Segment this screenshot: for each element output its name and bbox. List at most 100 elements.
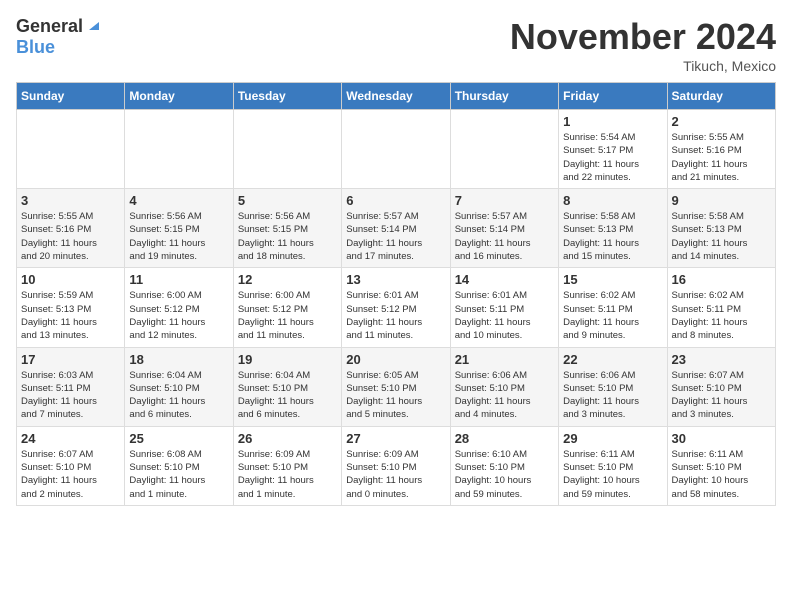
day-number: 14 — [455, 272, 554, 287]
day-info: Sunrise: 6:11 AMSunset: 5:10 PMDaylight:… — [672, 448, 771, 501]
calendar-cell: 2 Sunrise: 5:55 AMSunset: 5:16 PMDaylight… — [667, 110, 775, 189]
calendar-table: SundayMondayTuesdayWednesdayThursdayFrid… — [16, 82, 776, 506]
day-number: 6 — [346, 193, 445, 208]
calendar-cell: 4 Sunrise: 5:56 AMSunset: 5:15 PMDaylight… — [125, 189, 233, 268]
calendar-cell: 8 Sunrise: 5:58 AMSunset: 5:13 PMDaylight… — [559, 189, 667, 268]
day-number: 11 — [129, 272, 228, 287]
day-info: Sunrise: 5:55 AMSunset: 5:16 PMDaylight:… — [21, 210, 120, 263]
calendar-cell: 1Sunrise: 5:54 AMSunset: 5:17 PMDaylight… — [559, 110, 667, 189]
day-info: Sunrise: 6:02 AMSunset: 5:11 PMDaylight:… — [563, 289, 662, 342]
day-info: Sunrise: 6:06 AMSunset: 5:10 PMDaylight:… — [455, 369, 554, 422]
calendar-cell: 3 Sunrise: 5:55 AMSunset: 5:16 PMDaylight… — [17, 189, 125, 268]
day-number: 20 — [346, 352, 445, 367]
day-number: 3 — [21, 193, 120, 208]
title-area: November 2024 Tikuch, Mexico — [510, 16, 776, 74]
day-info: Sunrise: 5:58 AMSunset: 5:13 PMDaylight:… — [672, 210, 771, 263]
day-header-sunday: Sunday — [17, 83, 125, 110]
day-number: 30 — [672, 431, 771, 446]
day-info: Sunrise: 6:01 AMSunset: 5:12 PMDaylight:… — [346, 289, 445, 342]
day-info: Sunrise: 6:00 AMSunset: 5:12 PMDaylight:… — [238, 289, 337, 342]
calendar-cell: 23 Sunrise: 6:07 AMSunset: 5:10 PMDayligh… — [667, 347, 775, 426]
day-info: Sunrise: 6:06 AMSunset: 5:10 PMDaylight:… — [563, 369, 662, 422]
day-info: Sunrise: 5:56 AMSunset: 5:15 PMDaylight:… — [129, 210, 228, 263]
location-title: Tikuch, Mexico — [510, 58, 776, 74]
day-number: 18 — [129, 352, 228, 367]
calendar-cell: 25 Sunrise: 6:08 AMSunset: 5:10 PMDayligh… — [125, 426, 233, 505]
calendar-cell: 6Sunrise: 5:57 AMSunset: 5:14 PMDaylight… — [342, 189, 450, 268]
calendar-cell — [233, 110, 341, 189]
day-number: 19 — [238, 352, 337, 367]
calendar-cell: 14 Sunrise: 6:01 AMSunset: 5:11 PMDayligh… — [450, 268, 558, 347]
day-info: Sunrise: 5:57 AMSunset: 5:14 PMDaylight:… — [455, 210, 554, 263]
day-number: 7 — [455, 193, 554, 208]
calendar-cell: 22 Sunrise: 6:06 AMSunset: 5:10 PMDayligh… — [559, 347, 667, 426]
day-number: 8 — [563, 193, 662, 208]
calendar-week-row: 1Sunrise: 5:54 AMSunset: 5:17 PMDaylight… — [17, 110, 776, 189]
calendar-cell: 19 Sunrise: 6:04 AMSunset: 5:10 PMDayligh… — [233, 347, 341, 426]
day-header-saturday: Saturday — [667, 83, 775, 110]
day-header-tuesday: Tuesday — [233, 83, 341, 110]
day-number: 24 — [21, 431, 120, 446]
calendar-cell: 26 Sunrise: 6:09 AMSunset: 5:10 PMDayligh… — [233, 426, 341, 505]
month-title: November 2024 — [510, 16, 776, 58]
day-info: Sunrise: 6:01 AMSunset: 5:11 PMDaylight:… — [455, 289, 554, 342]
day-number: 12 — [238, 272, 337, 287]
day-info: Sunrise: 6:04 AMSunset: 5:10 PMDaylight:… — [238, 369, 337, 422]
day-number: 22 — [563, 352, 662, 367]
calendar-cell — [342, 110, 450, 189]
calendar-cell: 30 Sunrise: 6:11 AMSunset: 5:10 PMDayligh… — [667, 426, 775, 505]
day-info: Sunrise: 6:03 AMSunset: 5:11 PMDaylight:… — [21, 369, 120, 422]
day-number: 2 — [672, 114, 771, 129]
calendar-cell: 10 Sunrise: 5:59 AMSunset: 5:13 PMDayligh… — [17, 268, 125, 347]
calendar-cell: 5Sunrise: 5:56 AMSunset: 5:15 PMDaylight… — [233, 189, 341, 268]
day-info: Sunrise: 6:07 AMSunset: 5:10 PMDaylight:… — [21, 448, 120, 501]
day-number: 1 — [563, 114, 662, 129]
day-number: 23 — [672, 352, 771, 367]
day-info: Sunrise: 6:07 AMSunset: 5:10 PMDaylight:… — [672, 369, 771, 422]
day-header-monday: Monday — [125, 83, 233, 110]
day-info: Sunrise: 5:56 AMSunset: 5:15 PMDaylight:… — [238, 210, 337, 263]
day-header-wednesday: Wednesday — [342, 83, 450, 110]
day-number: 15 — [563, 272, 662, 287]
day-info: Sunrise: 6:05 AMSunset: 5:10 PMDaylight:… — [346, 369, 445, 422]
logo-general: General — [16, 16, 83, 37]
day-number: 4 — [129, 193, 228, 208]
day-info: Sunrise: 6:02 AMSunset: 5:11 PMDaylight:… — [672, 289, 771, 342]
calendar-cell: 17Sunrise: 6:03 AMSunset: 5:11 PMDayligh… — [17, 347, 125, 426]
calendar-cell: 24 Sunrise: 6:07 AMSunset: 5:10 PMDayligh… — [17, 426, 125, 505]
day-number: 13 — [346, 272, 445, 287]
day-header-thursday: Thursday — [450, 83, 558, 110]
calendar-header-row: SundayMondayTuesdayWednesdayThursdayFrid… — [17, 83, 776, 110]
calendar-cell — [450, 110, 558, 189]
day-info: Sunrise: 5:59 AMSunset: 5:13 PMDaylight:… — [21, 289, 120, 342]
calendar-cell: 13 Sunrise: 6:01 AMSunset: 5:12 PMDayligh… — [342, 268, 450, 347]
page-header: General Blue November 2024 Tikuch, Mexic… — [16, 16, 776, 74]
calendar-cell — [17, 110, 125, 189]
calendar-week-row: 10 Sunrise: 5:59 AMSunset: 5:13 PMDayligh… — [17, 268, 776, 347]
logo-blue: Blue — [16, 37, 55, 57]
day-number: 25 — [129, 431, 228, 446]
calendar-cell: 12 Sunrise: 6:00 AMSunset: 5:12 PMDayligh… — [233, 268, 341, 347]
day-number: 10 — [21, 272, 120, 287]
day-number: 27 — [346, 431, 445, 446]
day-info: Sunrise: 6:00 AMSunset: 5:12 PMDaylight:… — [129, 289, 228, 342]
day-info: Sunrise: 6:09 AMSunset: 5:10 PMDaylight:… — [238, 448, 337, 501]
day-info: Sunrise: 6:08 AMSunset: 5:10 PMDaylight:… — [129, 448, 228, 501]
calendar-cell: 29Sunrise: 6:11 AMSunset: 5:10 PMDayligh… — [559, 426, 667, 505]
day-info: Sunrise: 5:55 AMSunset: 5:16 PMDaylight:… — [672, 131, 771, 184]
day-number: 28 — [455, 431, 554, 446]
calendar-week-row: 24 Sunrise: 6:07 AMSunset: 5:10 PMDayligh… — [17, 426, 776, 505]
day-info: Sunrise: 5:58 AMSunset: 5:13 PMDaylight:… — [563, 210, 662, 263]
day-info: Sunrise: 6:10 AMSunset: 5:10 PMDaylight:… — [455, 448, 554, 501]
day-header-friday: Friday — [559, 83, 667, 110]
calendar-cell: 18Sunrise: 6:04 AMSunset: 5:10 PMDayligh… — [125, 347, 233, 426]
calendar-cell: 16 Sunrise: 6:02 AMSunset: 5:11 PMDayligh… — [667, 268, 775, 347]
day-number: 16 — [672, 272, 771, 287]
day-number: 26 — [238, 431, 337, 446]
calendar-cell — [125, 110, 233, 189]
logo-triangle-icon — [85, 16, 101, 32]
calendar-cell: 15 Sunrise: 6:02 AMSunset: 5:11 PMDayligh… — [559, 268, 667, 347]
day-info: Sunrise: 6:09 AMSunset: 5:10 PMDaylight:… — [346, 448, 445, 501]
calendar-cell: 9Sunrise: 5:58 AMSunset: 5:13 PMDaylight… — [667, 189, 775, 268]
calendar-cell: 11 Sunrise: 6:00 AMSunset: 5:12 PMDayligh… — [125, 268, 233, 347]
